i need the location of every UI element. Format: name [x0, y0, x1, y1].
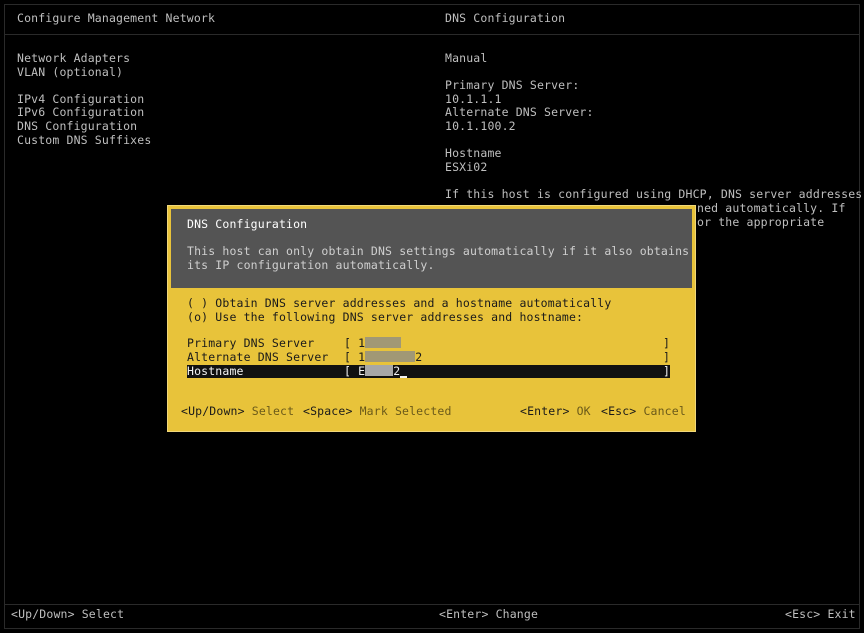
hint-enter-key: <Enter>: [520, 404, 570, 418]
hostname-value: ESXi02: [445, 159, 488, 174]
info-line-3: or the appropriate: [697, 215, 825, 229]
info-line-2: ned automatically. If: [697, 201, 846, 215]
hint-updown: <Up/Down> Select: [181, 404, 295, 419]
option-use-following[interactable]: (o) Use the following DNS server address…: [187, 310, 583, 325]
alternate-dns-visible-suffix: 2: [415, 350, 423, 364]
primary-dns-bracket-close: ]: [663, 336, 671, 350]
hint-esc[interactable]: <Esc> Cancel: [601, 404, 686, 419]
hint-esc-desc: Cancel: [643, 404, 686, 418]
redacted-value: [365, 365, 394, 376]
alternate-dns-bracket-close: ]: [663, 350, 671, 364]
dialog-header: DNS Configuration This host can only obt…: [171, 209, 692, 288]
alternate-dns-field-label: Alternate DNS Server: [187, 350, 329, 364]
hostname-input[interactable]: [ E 2: [344, 364, 408, 379]
hint-esc-key: <Esc>: [601, 404, 637, 418]
menu-item-ipv6[interactable]: IPv6 Configuration: [17, 106, 151, 120]
dialog-description-1: This host can only obtain DNS settings a…: [187, 244, 690, 258]
menu-item-ipv4[interactable]: IPv4 Configuration: [17, 92, 151, 107]
primary-dns-visible-text: [ 1: [344, 336, 366, 350]
primary-dns-field-label: Primary DNS Server: [187, 336, 315, 350]
dialog-title: DNS Configuration: [187, 217, 308, 231]
footer-select-hint: <Up/Down> Select: [11, 607, 125, 621]
left-pane-title: Configure Management Network: [17, 11, 216, 25]
hostname-label: Hostname: [445, 146, 502, 161]
hostname-bracket-close: ]: [663, 364, 671, 378]
menu-item-network-adapters[interactable]: Network Adapters: [17, 51, 151, 66]
right-pane-title: DNS Configuration: [445, 11, 566, 25]
footer-divider: [5, 604, 859, 605]
hostname-row-selected[interactable]: Hostname [ E 2 ]: [187, 364, 671, 379]
redacted-value: [365, 337, 402, 348]
menu-item-vlan[interactable]: VLAN (optional): [17, 65, 151, 80]
hint-space-key: <Space>: [303, 404, 353, 418]
dns-mode: Manual: [445, 51, 488, 65]
hostname-field-label: Hostname: [187, 364, 244, 378]
dcui-screen: Configure Management Network DNS Configu…: [0, 0, 864, 633]
alternate-dns-value: 10.1.100.2: [445, 118, 516, 133]
right-pane: Manual Primary DNS Server: 10.1.1.1 Alte…: [445, 51, 863, 202]
alternate-dns-visible-text: [ 1: [344, 350, 366, 364]
hint-updown-desc: Select: [251, 404, 295, 418]
hostname-visible-text: [ E: [344, 364, 366, 378]
primary-dns-value: 10.1.1.1: [445, 91, 502, 106]
hint-space-desc: Mark Selected: [359, 404, 452, 418]
header-divider: [5, 34, 859, 35]
hint-updown-key: <Up/Down>: [181, 404, 245, 418]
footer-exit-hint: <Esc> Exit: [785, 607, 856, 621]
hint-enter-desc: OK: [576, 404, 591, 418]
primary-dns-label: Primary DNS Server:: [445, 78, 580, 93]
alternate-dns-input[interactable]: [ 1 2: [344, 350, 423, 365]
menu-item-dns[interactable]: DNS Configuration: [17, 119, 151, 134]
hint-enter[interactable]: <Enter> OK: [520, 404, 591, 419]
redacted-value: [365, 351, 416, 362]
info-line-1: If this host is configured using DHCP, D…: [445, 186, 863, 201]
dns-configuration-dialog: DNS Configuration This host can only obt…: [167, 205, 696, 432]
hint-space: <Space> Mark Selected: [303, 404, 452, 419]
text-cursor: [400, 376, 408, 378]
option-obtain-automatically[interactable]: ( ) Obtain DNS server addresses and a ho…: [187, 296, 611, 311]
dialog-description-2: its IP configuration automatically.: [187, 258, 435, 272]
footer-change-hint: <Enter> Change: [439, 607, 539, 621]
primary-dns-input[interactable]: [ 1: [344, 336, 402, 351]
menu-item-custom-dns-suffixes[interactable]: Custom DNS Suffixes: [17, 133, 151, 148]
left-menu: Network Adapters VLAN (optional) IPv4 Co…: [17, 51, 151, 148]
hostname-visible-suffix: 2: [393, 364, 401, 378]
alternate-dns-label: Alternate DNS Server:: [445, 105, 594, 120]
